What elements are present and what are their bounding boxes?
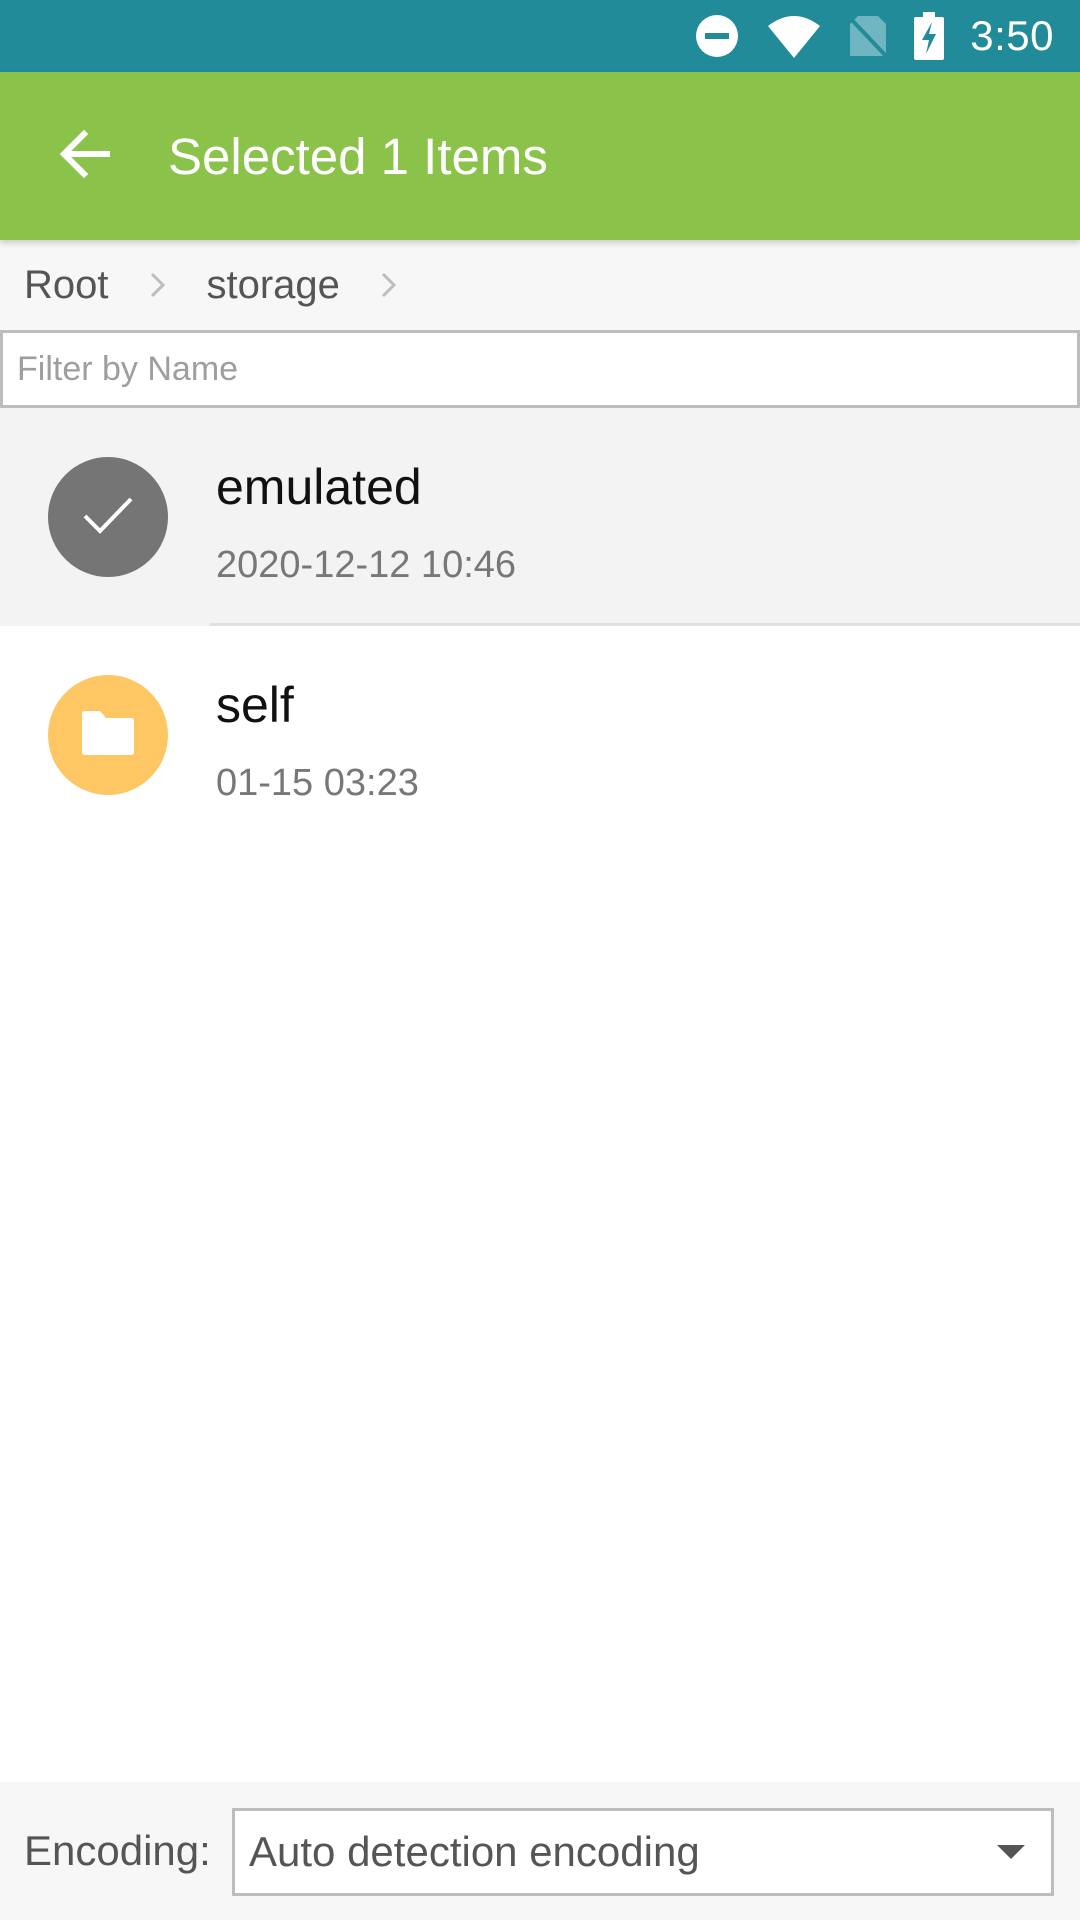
encoding-bar: Encoding: Auto detection encoding: [0, 1782, 1080, 1920]
folder-icon: [80, 710, 136, 761]
encoding-label: Encoding:: [24, 1827, 211, 1874]
battery-charging-icon: [914, 12, 945, 60]
file-picker-screen: 3:50 Selected 1 Items Root storage Filte…: [0, 0, 1080, 1920]
breadcrumb: Root storage: [0, 240, 1080, 330]
status-bar: 3:50: [0, 0, 1080, 72]
breadcrumb-item-root[interactable]: Root: [24, 263, 109, 308]
filter-input[interactable]: [0, 330, 1080, 408]
back-button[interactable]: [24, 96, 144, 216]
list-item[interactable]: emulated 2020-12-12 10:46: [0, 408, 1080, 626]
dropdown-arrow-icon: [997, 1845, 1025, 1866]
encoding-select[interactable]: Auto detection encoding: [232, 1808, 1054, 1896]
item-date: 01-15 03:23: [216, 762, 419, 804]
app-bar: Selected 1 Items: [0, 72, 1080, 240]
item-text: emulated 2020-12-12 10:46: [216, 458, 516, 587]
breadcrumb-item-storage[interactable]: storage: [207, 263, 340, 308]
list-item[interactable]: self 01-15 03:23: [0, 626, 1080, 844]
file-list: emulated 2020-12-12 10:46 self 01-15 03:…: [0, 408, 1080, 844]
no-sim-icon: [848, 14, 888, 58]
wifi-icon: [766, 14, 822, 58]
check-icon: [82, 495, 134, 540]
arrow-back-icon: [58, 129, 111, 183]
selected-avatar[interactable]: [48, 457, 168, 577]
chevron-right-icon: [149, 271, 167, 299]
item-text: self 01-15 03:23: [216, 676, 419, 805]
encoding-value: Auto detection encoding: [249, 1828, 700, 1875]
chevron-right-icon: [380, 271, 398, 299]
item-name: self: [216, 677, 294, 733]
page-title: Selected 1 Items: [168, 127, 548, 185]
status-time: 3:50: [970, 12, 1054, 59]
do-not-disturb-icon: [694, 13, 740, 59]
item-date: 2020-12-12 10:46: [216, 544, 517, 586]
item-name: emulated: [216, 459, 422, 515]
folder-avatar[interactable]: [48, 675, 168, 795]
